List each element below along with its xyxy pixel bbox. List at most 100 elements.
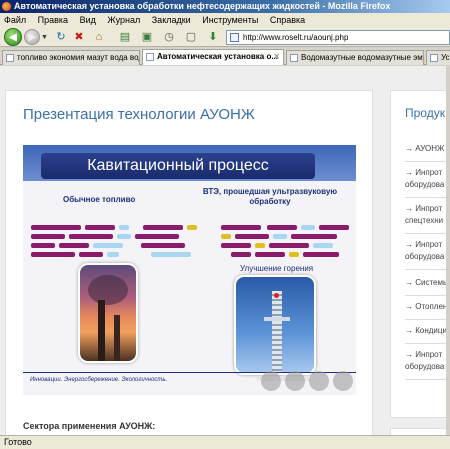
sidebar-item-conditioning[interactable]: → Кондици — [405, 325, 450, 337]
sidebar-item-aounj[interactable]: → АУОНЖ — [405, 143, 450, 155]
window-title-bar: Автоматическая установка обработки нефте… — [0, 0, 450, 13]
droplet-bar — [319, 225, 349, 230]
menu-history[interactable]: Журнал — [107, 15, 140, 25]
products-sidebar: Продук → АУОНЖ → Инпрот оборудова → Инпр… — [390, 90, 450, 418]
page-title: Презентация технологии АУОНЖ — [23, 106, 255, 123]
menu-tools[interactable]: Инструменты — [202, 15, 258, 25]
watermark-circle — [333, 371, 353, 391]
menu-edit[interactable]: Правка — [38, 15, 68, 25]
new-tab-icon[interactable]: ▣ — [140, 30, 154, 44]
sidebar-title: Продук — [405, 106, 445, 120]
slide-footer-line — [23, 372, 356, 373]
tab-label: топливо экономия мазут вода вод... — [17, 53, 140, 62]
page-icon — [230, 33, 239, 42]
address-url: http://www.roselt.ru/aounj.php — [243, 33, 349, 42]
main-panel: Презентация технологии АУОНЖ Кавитационн… — [5, 90, 373, 435]
tab-4[interactable]: Ус — [426, 50, 450, 65]
sidebar-item-heating[interactable]: → Отоплен — [405, 301, 450, 313]
tower-photo — [234, 275, 316, 375]
smokestack-photo — [78, 263, 138, 363]
divider — [405, 233, 450, 234]
divider — [405, 197, 450, 198]
menu-bookmarks[interactable]: Закладки — [152, 15, 191, 25]
droplet-bar — [31, 243, 55, 248]
droplet-bar — [85, 225, 115, 230]
slide-caption: Улучшение горения — [240, 264, 314, 273]
sidebar-item-inprot-1[interactable]: → Инпрот оборудова — [405, 167, 450, 191]
droplet-bar — [187, 225, 197, 230]
tab-3[interactable]: Водомазутные водомазутные эму... — [286, 50, 424, 65]
tab-label: Ус — [441, 53, 450, 62]
navigation-toolbar: ◀ ▶ ▼ ↻ ✖ ⌂ ▤ ▣ ◷ ▢ ⬇ http://www.roselt.… — [0, 27, 450, 47]
droplet-bar — [301, 225, 315, 230]
sidebar-item-systems[interactable]: → Системы — [405, 277, 450, 289]
tab-favicon — [6, 54, 14, 62]
tower-crossbar — [264, 317, 290, 321]
divider — [405, 161, 450, 162]
home-icon[interactable]: ⌂ — [92, 30, 106, 44]
history-dropdown-icon[interactable]: ▼ — [41, 34, 48, 41]
menu-file[interactable]: Файл — [4, 15, 26, 25]
address-bar[interactable]: http://www.roselt.ru/aounj.php — [226, 30, 450, 45]
watermark-circle — [285, 371, 305, 391]
tab-2[interactable]: Автоматическая установка о... ✕ — [142, 49, 284, 65]
warning-light — [274, 293, 279, 298]
droplet-bar — [221, 234, 231, 239]
tab-1[interactable]: топливо экономия мазут вода вод... — [2, 50, 140, 65]
tab-label: Водомазутные водомазутные эму... — [301, 53, 424, 62]
droplet-bar — [313, 243, 333, 248]
divider — [405, 343, 450, 344]
droplet-bar — [267, 225, 297, 230]
droplet-bar — [303, 252, 339, 257]
droplet-bar — [93, 243, 123, 248]
droplet-bar — [221, 243, 251, 248]
tab-favicon — [146, 53, 154, 61]
droplet-bar — [31, 252, 75, 257]
vertical-scrollbar[interactable] — [446, 66, 450, 435]
droplet-bar — [135, 234, 179, 239]
droplet-bar — [273, 234, 287, 239]
droplet-bar — [143, 225, 183, 230]
bookmark-add-icon[interactable]: ▤ — [118, 30, 132, 44]
smoke-cloud — [88, 275, 128, 305]
sector-heading: Сектора применения АУОНЖ: — [23, 421, 156, 431]
menu-help[interactable]: Справка — [270, 15, 305, 25]
close-tab-icon[interactable]: ✕ — [273, 50, 280, 63]
watermark-circle — [261, 371, 281, 391]
status-bar: Готово — [0, 435, 450, 449]
sidebar-item-inprot-2[interactable]: → Инпрот спецтехни — [405, 203, 450, 227]
sidebar-item-inprot-3[interactable]: → Инпрот оборудова — [405, 239, 450, 263]
tower-mast — [272, 291, 282, 373]
droplet-bar — [235, 234, 269, 239]
stop-icon[interactable]: ✖ — [72, 30, 86, 44]
droplet-bar — [255, 252, 285, 257]
back-button[interactable]: ◀ — [4, 28, 22, 46]
droplet-bar — [291, 234, 337, 239]
divider — [405, 295, 450, 296]
divider — [405, 269, 450, 270]
slide-footer-tagline: Инновации. Энергосбережение. Экологичнос… — [30, 377, 168, 383]
history-icon[interactable]: ◷ — [162, 30, 176, 44]
divider — [405, 379, 450, 380]
slide-heading: Кавитационный процесс — [41, 153, 315, 179]
reload-icon[interactable]: ↻ — [54, 30, 68, 44]
presentation-slide[interactable]: Кавитационный процесс Обычное топливо ВТ… — [23, 145, 356, 395]
droplet-bar — [31, 225, 81, 230]
droplet-bar — [141, 243, 185, 248]
back-arrow-icon: ◀ — [9, 31, 17, 43]
droplet-bar — [79, 252, 103, 257]
droplet-bar — [221, 225, 261, 230]
droplet-bar — [59, 243, 89, 248]
droplet-bar — [255, 243, 265, 248]
chimney — [114, 315, 120, 361]
chimney — [98, 300, 105, 361]
sidebar-item-inprot-4[interactable]: → Инпрот оборудова — [405, 349, 450, 373]
forward-arrow-icon: ▶ — [28, 31, 36, 43]
droplet-bar — [119, 225, 129, 230]
forward-button[interactable]: ▶ — [24, 29, 40, 45]
download-icon[interactable]: ⬇ — [206, 30, 220, 44]
droplet-bar — [107, 252, 119, 257]
menu-view[interactable]: Вид — [80, 15, 96, 25]
bookmarks-icon[interactable]: ▢ — [184, 30, 198, 44]
droplet-bar — [289, 252, 299, 257]
